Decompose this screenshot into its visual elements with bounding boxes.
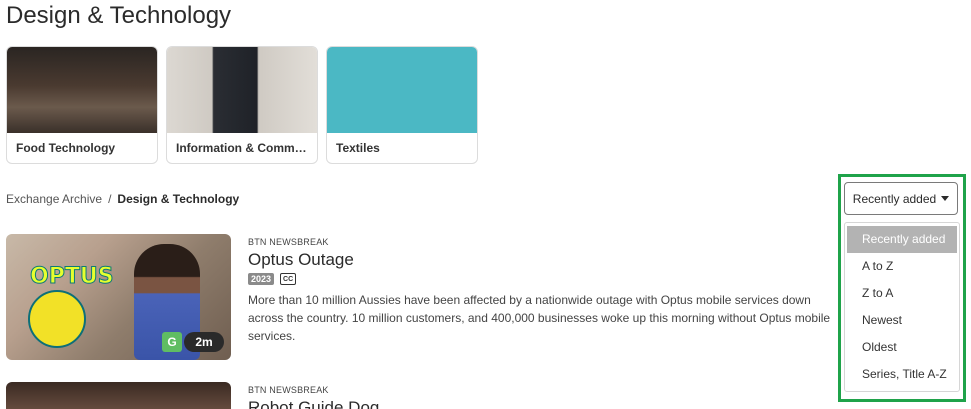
thumbnail-logo-text: OPTUS bbox=[30, 264, 115, 290]
category-card-food-technology[interactable]: Food Technology bbox=[6, 46, 158, 164]
closed-captions-icon: CC bbox=[280, 273, 297, 285]
sort-option-newest[interactable]: Newest bbox=[847, 307, 957, 334]
food-technology-image bbox=[7, 47, 157, 133]
sort-option-oldest[interactable]: Oldest bbox=[847, 334, 957, 361]
result-body: BTN NEWSBREAK Robot Guide Dog bbox=[248, 382, 838, 409]
result-title-link[interactable]: Optus Outage bbox=[248, 250, 838, 270]
rating-badge: G bbox=[162, 332, 182, 352]
sort-option-a-to-z[interactable]: A to Z bbox=[847, 253, 957, 280]
breadcrumb: Exchange Archive / Design & Technology bbox=[6, 192, 239, 206]
video-thumbnail[interactable] bbox=[6, 382, 231, 409]
breadcrumb-separator: / bbox=[108, 192, 112, 206]
year-badge: 2023 bbox=[248, 273, 275, 285]
result-description: More than 10 million Aussies have been a… bbox=[248, 293, 831, 343]
page-title: Design & Technology bbox=[6, 2, 232, 29]
information-technology-image bbox=[167, 47, 317, 133]
series-label: BTN NEWSBREAK bbox=[248, 385, 329, 395]
duration-badge: 2m bbox=[184, 332, 224, 352]
category-card-information-communication[interactable]: Information & Communication Technologies bbox=[166, 46, 318, 164]
sort-dropdown-button[interactable]: Recently added bbox=[844, 182, 958, 215]
caret-down-icon bbox=[941, 196, 950, 201]
sort-option-series-title[interactable]: Series, Title A-Z bbox=[847, 361, 957, 388]
category-cards: Food Technology Information & Communicat… bbox=[6, 46, 478, 164]
result-item: BTN NEWSBREAK Robot Guide Dog bbox=[6, 382, 838, 409]
result-tags: 2023 CC bbox=[248, 273, 838, 285]
sort-option-z-to-a[interactable]: Z to A bbox=[847, 280, 957, 307]
category-label: Textiles bbox=[336, 141, 380, 155]
result-item: OPTUS G 2m BTN NEWSBREAK Optus Outage 20… bbox=[6, 234, 838, 360]
category-label: Information & Communication Technologies bbox=[176, 141, 317, 155]
breadcrumb-root-link[interactable]: Exchange Archive bbox=[6, 192, 102, 206]
sort-selected-label: Recently added bbox=[852, 191, 937, 206]
category-label: Food Technology bbox=[16, 141, 116, 155]
result-title-link[interactable]: Robot Guide Dog bbox=[248, 398, 838, 409]
breadcrumb-current: Design & Technology bbox=[117, 192, 240, 206]
sort-option-recently-added[interactable]: Recently added bbox=[847, 226, 957, 253]
sort-menu: Recently added A to Z Z to A Newest Olde… bbox=[844, 222, 960, 392]
result-body: BTN NEWSBREAK Optus Outage 2023 CC More … bbox=[248, 234, 838, 360]
series-label: BTN NEWSBREAK bbox=[248, 237, 329, 247]
wifi-off-icon bbox=[28, 290, 86, 348]
video-thumbnail[interactable]: OPTUS G 2m bbox=[6, 234, 231, 360]
textiles-image bbox=[327, 47, 477, 133]
category-card-textiles[interactable]: Textiles bbox=[326, 46, 478, 164]
